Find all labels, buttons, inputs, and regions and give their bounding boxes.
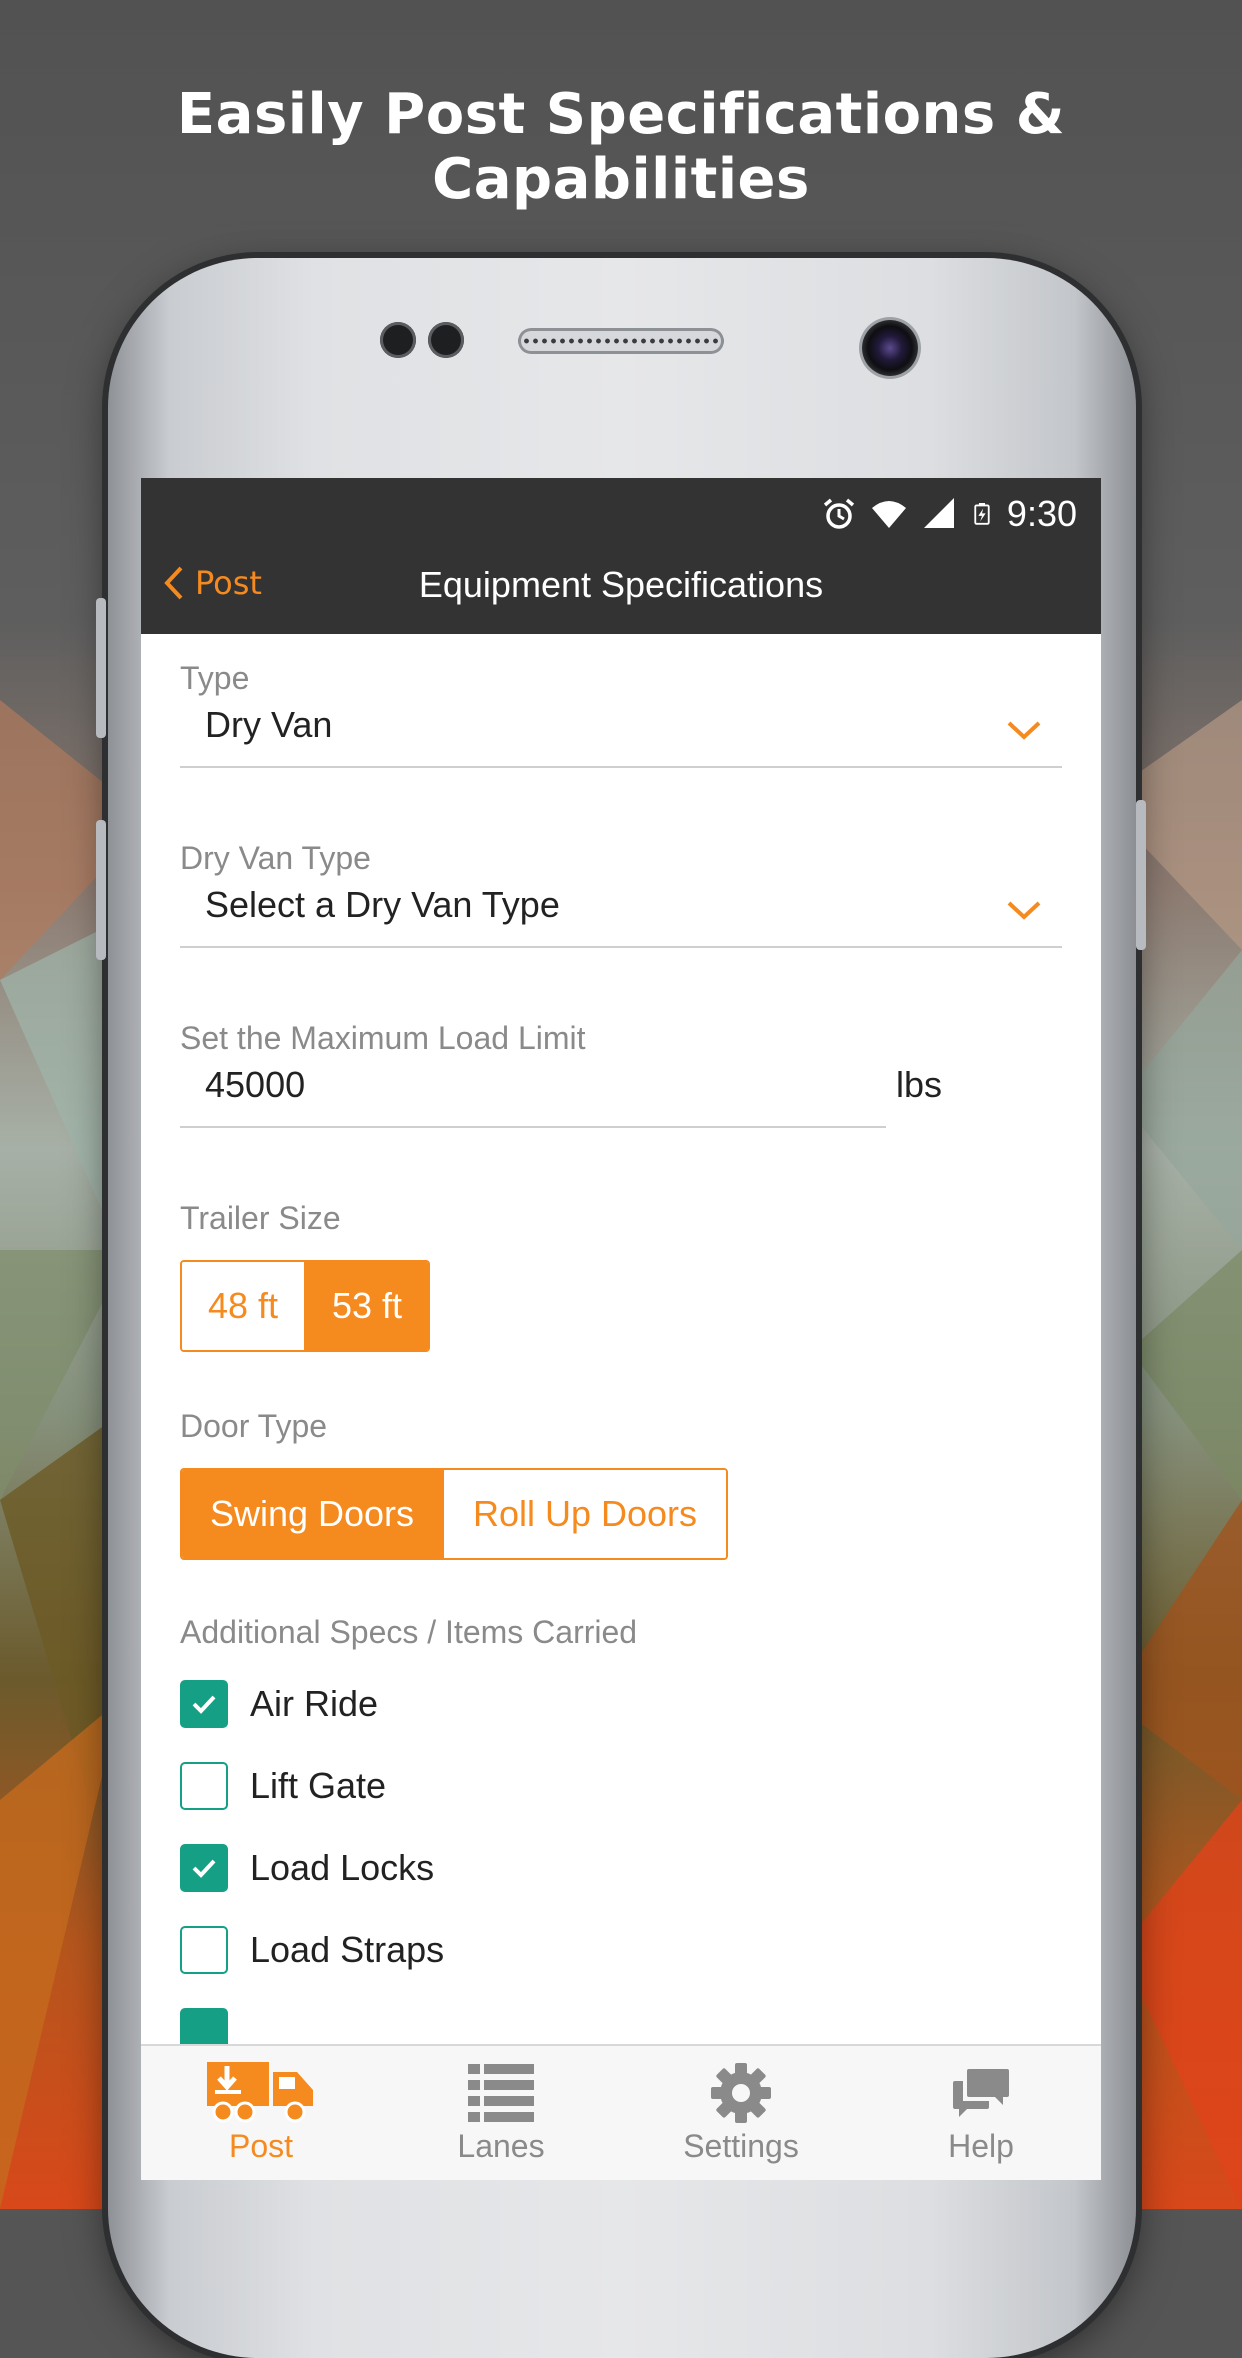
swing-doors-option[interactable]: Swing Doors: [182, 1470, 442, 1558]
tab-settings[interactable]: Settings: [621, 2046, 861, 2180]
max-load-value: 45000: [205, 1064, 306, 1105]
checkbox-checked: [180, 1680, 228, 1728]
additional-specs-label: Additional Specs / Items Carried: [180, 1614, 638, 1650]
max-load-input[interactable]: 45000: [180, 1064, 886, 1128]
checkbox-label: Load Locks: [250, 1847, 435, 1888]
max-load-label: Set the Maximum Load Limit: [180, 1020, 586, 1056]
alarm-icon: [823, 498, 855, 529]
trailer-size-53-option[interactable]: 53 ft: [304, 1262, 428, 1350]
gear-icon: [711, 2063, 771, 2123]
load-locks-checkbox[interactable]: Load Locks: [180, 1844, 434, 1892]
list-icon: [468, 2064, 534, 2122]
sensor-icon: [380, 322, 416, 358]
check-icon: [192, 1695, 216, 1714]
type-select[interactable]: Dry Van: [180, 704, 1062, 768]
sensor-icon: [428, 322, 464, 358]
type-value: Dry Van: [205, 704, 333, 745]
checkbox-unchecked: [180, 1926, 228, 1974]
chevron-down-icon: [1007, 721, 1041, 740]
signal-icon: [923, 498, 954, 528]
trailer-size-label: Trailer Size: [180, 1200, 341, 1236]
air-ride-checkbox[interactable]: Air Ride: [180, 1680, 378, 1728]
tab-label: Post: [228, 2128, 294, 2164]
tab-lanes[interactable]: Lanes: [381, 2046, 621, 2180]
load-straps-checkbox[interactable]: Load Straps: [180, 1926, 444, 1974]
door-type-label: Door Type: [180, 1408, 328, 1444]
screen-title: Equipment Specifications: [418, 564, 824, 605]
side-button: [1136, 800, 1146, 950]
dry-van-type-select[interactable]: Select a Dry Van Type: [180, 884, 1062, 948]
door-type-toggle: Swing Doors Roll Up Doors: [180, 1468, 728, 1560]
type-label: Type: [180, 660, 250, 696]
trailer-size-48-option[interactable]: 48 ft: [182, 1262, 304, 1350]
check-icon: [192, 1859, 216, 1878]
tab-post[interactable]: Post: [141, 2046, 381, 2180]
checkbox-label: Load Straps: [250, 1929, 445, 1970]
truck-icon: [207, 2062, 313, 2123]
top-bar: 9:30 Post Equipment Specifications: [141, 478, 1101, 634]
earpiece-speaker: [518, 328, 724, 354]
app-screen: 9:30 Post Equipment Specifications Type …: [141, 478, 1101, 2180]
checkbox-label: Lift Gate: [250, 1765, 387, 1806]
chevron-down-icon: [1007, 901, 1041, 920]
battery-icon: [974, 503, 990, 525]
volume-button: [96, 598, 106, 738]
page-headline: Easily Post Specifications & Capabilitie…: [176, 82, 1066, 212]
tab-label: Lanes: [457, 2128, 545, 2164]
status-bar: 9:30: [821, 493, 1077, 534]
checkbox-checked: [180, 1844, 228, 1892]
wifi-icon: [871, 501, 906, 528]
dry-van-type-value: Select a Dry Van Type: [205, 884, 560, 925]
max-load-unit: lbs: [896, 1064, 943, 1105]
front-camera: [862, 320, 918, 376]
trailer-size-toggle: 48 ft 53 ft: [180, 1260, 430, 1352]
chat-bubbles-icon: [953, 2069, 1009, 2117]
checkbox-unchecked: [180, 1762, 228, 1810]
tab-label: Help: [948, 2128, 1014, 2164]
tab-help[interactable]: Help: [861, 2046, 1101, 2180]
checkbox-label: Air Ride: [250, 1683, 379, 1724]
tab-label: Settings: [683, 2128, 799, 2164]
roll-up-doors-option[interactable]: Roll Up Doors: [442, 1470, 726, 1558]
dry-van-type-label: Dry Van Type: [180, 840, 371, 876]
lift-gate-checkbox[interactable]: Lift Gate: [180, 1762, 386, 1810]
bottom-tab-bar: Post Lanes Settings Help: [141, 2044, 1101, 2180]
power-button: [96, 820, 106, 960]
status-time: 9:30: [1006, 493, 1077, 534]
